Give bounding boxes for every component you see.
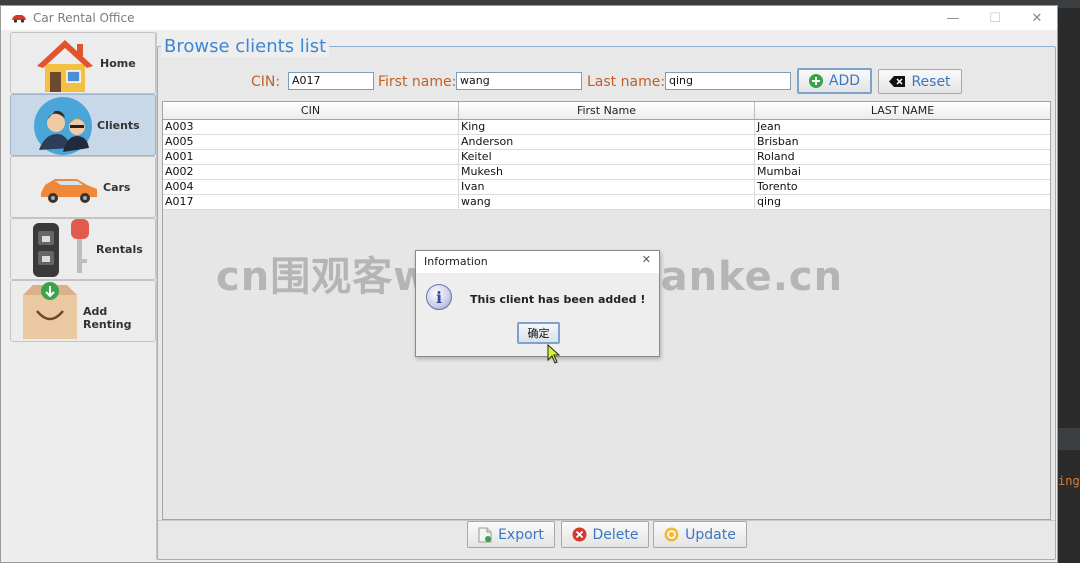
delete-button-label: Delete [592,526,639,543]
ide-code-fragment-right: ing [1058,474,1080,488]
maximize-button[interactable]: ☐ [973,6,1017,30]
title-bar[interactable]: Car Rental Office — ☐ ✕ [1,6,1057,30]
table-row[interactable]: A003 King Jean [163,120,1050,135]
sidebar-item-add-renting[interactable]: Add Renting [10,280,156,342]
car-icon [41,179,97,203]
cell-cin: A017 [163,195,459,209]
cell-last-name: Jean [757,120,781,133]
cell-last-name: Torento [757,180,798,193]
cell-cin: A001 [163,150,459,164]
cin-input[interactable]: A017 [288,72,374,90]
cell-cin: A002 [163,165,459,179]
table-row[interactable]: A017 wang qing [163,195,1050,210]
export-button[interactable]: Export [467,521,555,548]
maximize-icon: ☐ [989,10,1001,26]
add-button-label: ADD [828,73,861,89]
window-title: Car Rental Office [33,11,135,25]
info-icon: i [426,284,452,310]
client-form: CIN: A017 First name: wang Last name: qi… [1,66,1057,96]
sidebar-item-cars[interactable]: Cars [10,156,156,218]
page-title: Browse clients list [161,36,330,57]
cell-last-name: Roland [757,150,795,163]
plus-circle-icon [808,74,823,88]
cell-first-name: King [459,120,755,134]
update-button[interactable]: Update [653,521,747,548]
minimize-button[interactable]: — [931,6,975,30]
first-name-input[interactable]: wang [456,72,582,90]
dialog-ok-button[interactable]: 确定 [517,322,560,344]
car-key-icon [33,219,89,277]
cell-first-name: Ivan [459,180,755,194]
minimize-icon: — [946,10,960,26]
mouse-pointer-icon [547,344,561,364]
first-name-label: First name: [378,74,457,90]
column-header-first-name[interactable]: First Name [459,102,755,119]
update-refresh-icon [664,527,679,542]
update-button-label: Update [685,526,736,543]
table-row[interactable]: A004 Ivan Torento [163,180,1050,195]
table-row[interactable]: A002 Mukesh Mumbai [163,165,1050,180]
export-document-icon [478,527,492,542]
export-button-label: Export [498,526,544,543]
app-car-icon [12,15,26,23]
last-name-input[interactable]: qing [665,72,791,90]
delete-x-icon [572,527,586,542]
reset-button-label: Reset [911,73,951,90]
sidebar-item-clients[interactable]: Clients [10,94,156,156]
delete-button[interactable]: Delete [561,521,649,548]
sidebar-item-label: Rentals [96,243,143,256]
dialog-close-icon[interactable]: ✕ [642,253,651,266]
cell-first-name: Keitel [459,150,755,164]
table-row[interactable]: A001 Keitel Roland [163,150,1050,165]
ide-background-band [1058,428,1080,450]
add-button[interactable]: ADD [797,68,872,94]
shopping-bag-icon [23,282,77,339]
sidebar-item-label: Add Renting [83,305,132,331]
sidebar-item-label: Clients [97,119,140,132]
dialog-title: Information [424,255,488,268]
last-name-label: Last name: [587,74,666,90]
people-icon [34,97,92,155]
sidebar: Home Clients Cars Rentals Add Renting [9,32,157,560]
cell-cin: A005 [163,135,459,149]
cell-first-name: Anderson [459,135,755,149]
column-header-cin[interactable]: CIN [163,102,459,119]
reset-button[interactable]: Reset [878,69,962,94]
dialog-title-bar[interactable]: Information ✕ [416,251,659,273]
table-row[interactable]: A005 Anderson Brisban [163,135,1050,150]
information-dialog: Information ✕ i This client has been add… [415,250,660,357]
cell-last-name: Brisban [757,135,799,148]
close-window-button[interactable]: ✕ [1015,6,1059,30]
cell-cin: A004 [163,180,459,194]
close-icon: ✕ [1031,10,1043,26]
dialog-message: This client has been added ! [470,293,646,306]
cell-last-name: Mumbai [757,165,801,178]
cell-first-name: Mukesh [459,165,755,179]
sidebar-item-rentals[interactable]: Rentals [10,218,156,280]
cell-first-name: wang [459,195,755,209]
column-header-last-name[interactable]: LAST NAME [755,102,1050,119]
backspace-icon [889,76,906,87]
sidebar-item-label: Cars [103,181,131,194]
cell-cin: A003 [163,120,459,134]
table-header: CIN First Name LAST NAME [163,102,1050,120]
cell-last-name: qing [757,195,781,208]
cin-label: CIN: [251,74,281,90]
